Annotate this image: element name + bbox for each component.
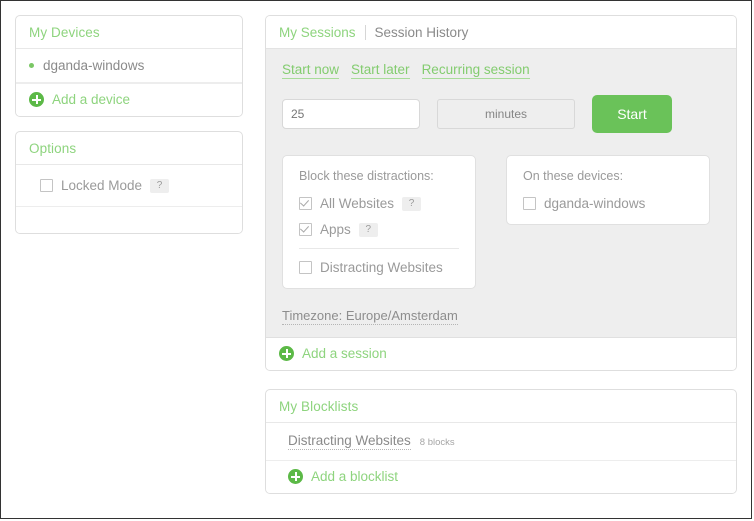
add-session-button[interactable]: Add a session [266, 338, 736, 370]
block-panel-title: Block these distractions: [299, 169, 434, 183]
block-panel-divider [299, 248, 459, 249]
start-now-link[interactable]: Start now [282, 62, 340, 79]
timezone-link[interactable]: Timezone: Europe/Amsterdam [282, 308, 458, 325]
start-button[interactable]: Start [592, 95, 672, 133]
my-blocklists-title: My Blocklists [266, 390, 736, 423]
locked-mode-label: Locked Mode [61, 178, 143, 193]
duration-unit-select[interactable]: minutes [437, 99, 575, 129]
tab-session-history[interactable]: Session History [364, 25, 478, 40]
device-status-dot-icon [29, 63, 34, 68]
plus-circle-icon [288, 469, 303, 484]
options-title: Options [16, 132, 242, 165]
start-later-link[interactable]: Start later [351, 62, 410, 79]
add-blocklist-button[interactable]: Add a blocklist [266, 461, 736, 493]
session-options-panels: Block these distractions: All Websites ?… [282, 155, 720, 289]
add-device-label: Add a device [52, 92, 131, 107]
device-panel-title: On these devices: [523, 169, 624, 183]
my-devices-card: My Devices dganda-windows Add a device [15, 15, 243, 117]
locked-mode-row[interactable]: Locked Mode ? [16, 165, 242, 207]
recurring-session-link[interactable]: Recurring session [421, 62, 530, 79]
left-column: My Devices dganda-windows Add a device O… [15, 15, 243, 234]
plus-circle-icon [279, 346, 294, 361]
duration-input[interactable] [282, 99, 420, 129]
sessions-tabs: My Sessions Session History [266, 16, 736, 49]
page-layout: My Devices dganda-windows Add a device O… [1, 1, 751, 518]
block-item-apps[interactable]: Apps ? [299, 222, 459, 237]
distracting-websites-label: Distracting Websites [320, 260, 443, 275]
device-name: dganda-windows [43, 58, 145, 73]
sessions-body: Start now Start later Recurring session … [266, 49, 736, 338]
blocklist-count: 8 blocks [419, 437, 455, 448]
block-distractions-panel: Block these distractions: All Websites ?… [282, 155, 476, 289]
my-devices-title: My Devices [16, 16, 242, 49]
all-websites-label: All Websites [320, 196, 395, 211]
options-card: Options Locked Mode ? [15, 131, 243, 234]
duration-unit-value: minutes [484, 107, 528, 121]
session-mode-links: Start now Start later Recurring session [282, 62, 720, 79]
plus-circle-icon [29, 92, 44, 107]
on-these-devices-panel: On these devices: dganda-windows [506, 155, 710, 225]
block-item-all-websites[interactable]: All Websites ? [299, 196, 459, 211]
device-panel-item[interactable]: dganda-windows [523, 196, 693, 211]
tab-my-sessions[interactable]: My Sessions [279, 25, 365, 40]
all-websites-help-icon[interactable]: ? [402, 196, 422, 211]
sessions-card: My Sessions Session History Start now St… [265, 15, 737, 371]
device-list-item[interactable]: dganda-windows [16, 49, 242, 83]
apps-checkbox[interactable] [299, 223, 312, 236]
device-checkbox[interactable] [523, 197, 536, 210]
blocklist-row[interactable]: Distracting Websites 8 blocks [266, 423, 736, 461]
session-form-row: minutes Start [282, 95, 720, 133]
distracting-websites-checkbox[interactable] [299, 261, 312, 274]
all-websites-checkbox[interactable] [299, 197, 312, 210]
device-checkbox-label: dganda-windows [544, 196, 646, 211]
right-column: My Sessions Session History Start now St… [265, 15, 737, 494]
add-device-button[interactable]: Add a device [16, 83, 242, 116]
page-frame: My Devices dganda-windows Add a device O… [0, 0, 752, 519]
locked-mode-checkbox[interactable] [40, 179, 53, 192]
blocklist-name[interactable]: Distracting Websites [288, 433, 411, 450]
add-blocklist-label: Add a blocklist [311, 469, 399, 484]
add-session-label: Add a session [302, 346, 387, 361]
locked-mode-help-icon[interactable]: ? [150, 178, 170, 193]
apps-help-icon[interactable]: ? [358, 222, 378, 237]
my-blocklists-card: My Blocklists Distracting Websites 8 blo… [265, 389, 737, 494]
apps-label: Apps [320, 222, 351, 237]
block-item-distracting-websites[interactable]: Distracting Websites [299, 260, 459, 275]
options-footer-spacer [16, 207, 242, 233]
